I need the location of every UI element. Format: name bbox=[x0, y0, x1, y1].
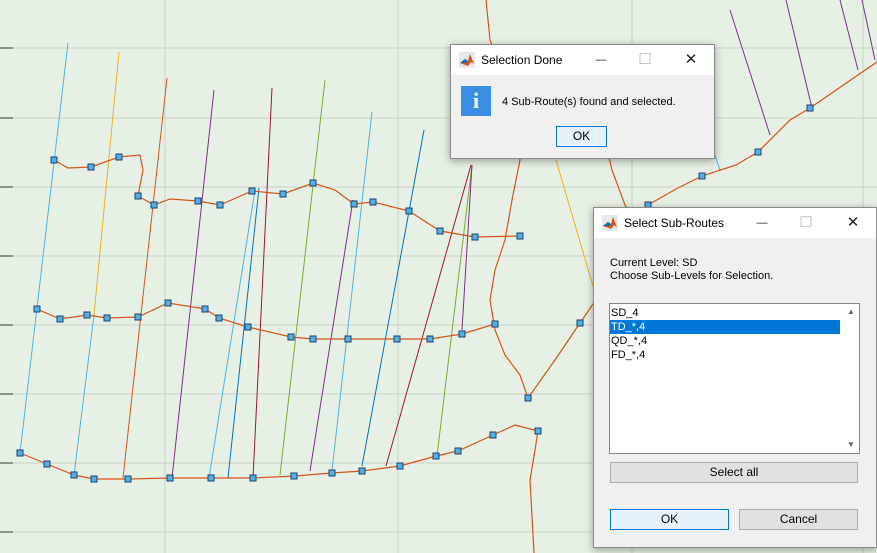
branch-line bbox=[839, 0, 859, 71]
route-node bbox=[458, 330, 466, 338]
route-node bbox=[754, 148, 762, 156]
matlab-logo-icon bbox=[602, 215, 618, 231]
maximize-icon: ☐ bbox=[638, 51, 652, 68]
select-subroutes-titlebar[interactable]: Select Sub-Routes — ☐ ✕ bbox=[594, 208, 876, 238]
route-node bbox=[534, 427, 542, 435]
list-item[interactable]: TD_*,4 bbox=[610, 320, 840, 334]
selection-done-ok-button[interactable]: OK bbox=[556, 126, 607, 147]
branch-line bbox=[861, 0, 876, 61]
minimize-icon[interactable]: — bbox=[740, 208, 784, 238]
route-node bbox=[290, 472, 298, 480]
route-node bbox=[56, 315, 64, 323]
select-all-button[interactable]: Select all bbox=[610, 462, 858, 483]
branch-line bbox=[279, 79, 326, 476]
route-line bbox=[53, 154, 521, 238]
route-node bbox=[491, 320, 499, 328]
route-node bbox=[124, 475, 132, 483]
branch-line bbox=[122, 77, 168, 479]
branch-line bbox=[385, 164, 472, 467]
route-node bbox=[70, 471, 78, 479]
route-node bbox=[369, 198, 377, 206]
selection-done-message: 4 Sub-Route(s) found and selected. bbox=[502, 96, 676, 108]
route-node bbox=[207, 474, 215, 482]
route-node bbox=[115, 153, 123, 161]
branch-line bbox=[785, 0, 813, 109]
maximize-icon: ☐ bbox=[799, 214, 813, 231]
matlab-logo-icon bbox=[459, 52, 475, 68]
route-node bbox=[309, 179, 317, 187]
route-node bbox=[216, 201, 224, 209]
route-node bbox=[150, 201, 158, 209]
route-node bbox=[215, 314, 223, 322]
scroll-up-icon[interactable]: ▲ bbox=[843, 304, 859, 320]
route-node bbox=[43, 460, 51, 468]
branch-line bbox=[361, 129, 425, 467]
route-node bbox=[426, 335, 434, 343]
route-node bbox=[524, 394, 532, 402]
route-node bbox=[576, 319, 584, 327]
route-node bbox=[393, 335, 401, 343]
selection-done-dialog: Selection Done — ☐ ✕ i 4 Sub-Route(s) fo… bbox=[450, 44, 715, 159]
current-level-label: Current Level: SD bbox=[610, 257, 698, 269]
route-node bbox=[287, 333, 295, 341]
branch-line bbox=[19, 42, 69, 454]
route-node bbox=[328, 469, 336, 477]
list-item[interactable]: SD_4 bbox=[610, 306, 840, 320]
route-node bbox=[698, 172, 706, 180]
route-node bbox=[103, 314, 111, 322]
route-node bbox=[87, 163, 95, 171]
route-node bbox=[358, 467, 366, 475]
list-item[interactable]: QD_*,4 bbox=[610, 334, 840, 348]
route-node bbox=[806, 104, 814, 112]
route-node bbox=[164, 299, 172, 307]
route-node bbox=[489, 431, 497, 439]
route-node bbox=[350, 200, 358, 208]
cancel-button[interactable]: Cancel bbox=[739, 509, 858, 530]
branch-line bbox=[436, 164, 473, 457]
route-node bbox=[436, 227, 444, 235]
route-node bbox=[432, 452, 440, 460]
route-node bbox=[516, 232, 524, 240]
branch-line bbox=[252, 87, 273, 479]
route-node bbox=[396, 462, 404, 470]
close-icon[interactable]: ✕ bbox=[831, 208, 875, 238]
route-node bbox=[83, 311, 91, 319]
route-node bbox=[244, 323, 252, 331]
route-node bbox=[90, 475, 98, 483]
route-node bbox=[134, 313, 142, 321]
route-node bbox=[344, 335, 352, 343]
select-subroutes-dialog: Select Sub-Routes — ☐ ✕ Current Level: S… bbox=[593, 207, 877, 548]
route-node bbox=[279, 190, 287, 198]
minimize-icon[interactable]: — bbox=[579, 45, 623, 75]
instruction-label: Choose Sub-Levels for Selection. bbox=[610, 270, 774, 282]
list-item[interactable]: FD_*,4 bbox=[610, 348, 840, 362]
route-node bbox=[471, 233, 479, 241]
info-icon: i bbox=[461, 86, 491, 116]
branch-line bbox=[73, 314, 95, 476]
ok-button[interactable]: OK bbox=[610, 509, 729, 530]
route-node bbox=[249, 474, 257, 482]
route-node bbox=[166, 474, 174, 482]
sub-level-listbox[interactable]: SD_4 TD_*,4 QD_*,4 FD_*,4 ▲ ▼ bbox=[609, 303, 860, 454]
scroll-down-icon[interactable]: ▼ bbox=[843, 437, 859, 453]
close-icon[interactable]: ✕ bbox=[669, 45, 713, 75]
route-line bbox=[529, 430, 539, 553]
route-node bbox=[16, 449, 24, 457]
route-node bbox=[201, 305, 209, 313]
route-node bbox=[405, 207, 413, 215]
branch-line bbox=[171, 89, 215, 479]
select-subroutes-title: Select Sub-Routes bbox=[624, 216, 725, 230]
route-node bbox=[134, 192, 142, 200]
selection-done-titlebar[interactable]: Selection Done — ☐ ✕ bbox=[451, 45, 714, 75]
route-node bbox=[248, 187, 256, 195]
route-node bbox=[454, 447, 462, 455]
branch-line bbox=[208, 189, 256, 479]
route-node bbox=[50, 156, 58, 164]
route-node bbox=[33, 305, 41, 313]
branch-line bbox=[93, 51, 120, 316]
selection-done-title: Selection Done bbox=[481, 53, 563, 67]
route-node bbox=[194, 197, 202, 205]
route-node bbox=[309, 335, 317, 343]
branch-line bbox=[729, 9, 771, 136]
